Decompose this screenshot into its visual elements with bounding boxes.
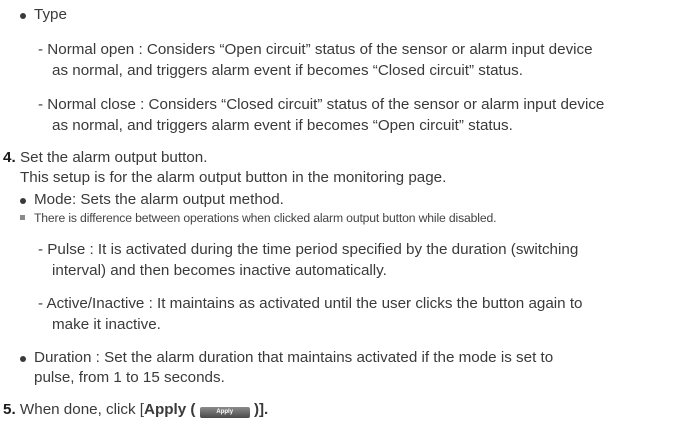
- pulse-line-2: interval) and then becomes inactive auto…: [52, 262, 387, 279]
- normal-close-line-2: as normal, and triggers alarm event if b…: [52, 117, 513, 134]
- step-5-suffix: )].: [253, 401, 269, 418]
- step-5-number: 5.: [3, 401, 16, 418]
- step-4-description: This setup is for the alarm output butto…: [20, 169, 447, 186]
- step-4-number: 4.: [3, 149, 16, 166]
- normal-open-line-1: - Normal open : Considers “Open circuit”…: [38, 41, 593, 58]
- note-text: There is difference between operations w…: [34, 211, 497, 225]
- step-4-title: Set the alarm output button.: [20, 149, 208, 166]
- duration-bullet: [20, 356, 26, 362]
- active-inactive-line-2: make it inactive.: [52, 316, 161, 333]
- type-label: Type: [34, 6, 67, 23]
- mode-bullet: [20, 198, 26, 204]
- pulse-line-1: - Pulse : It is activated during the tim…: [38, 241, 579, 258]
- mode-label: Mode: Sets the alarm output method.: [34, 191, 284, 208]
- type-bullet: [20, 13, 26, 19]
- step-5-prefix: When done, click [: [19, 401, 144, 418]
- duration-line-2: pulse, from 1 to 15 seconds.: [34, 369, 225, 386]
- active-inactive-line-1: - Active/Inactive : It maintains as acti…: [38, 295, 583, 312]
- note-square-icon: [20, 215, 25, 220]
- apply-label: Apply (: [144, 401, 196, 418]
- step-5-line: 5. When done, click [Apply ( Apply )].: [3, 400, 268, 420]
- normal-open-line-2: as normal, and triggers alarm event if b…: [52, 62, 523, 79]
- apply-button-image: Apply: [199, 407, 250, 418]
- duration-line-1: Duration : Set the alarm duration that m…: [34, 349, 554, 366]
- normal-close-line-1: - Normal close : Considers “Closed circu…: [38, 96, 605, 113]
